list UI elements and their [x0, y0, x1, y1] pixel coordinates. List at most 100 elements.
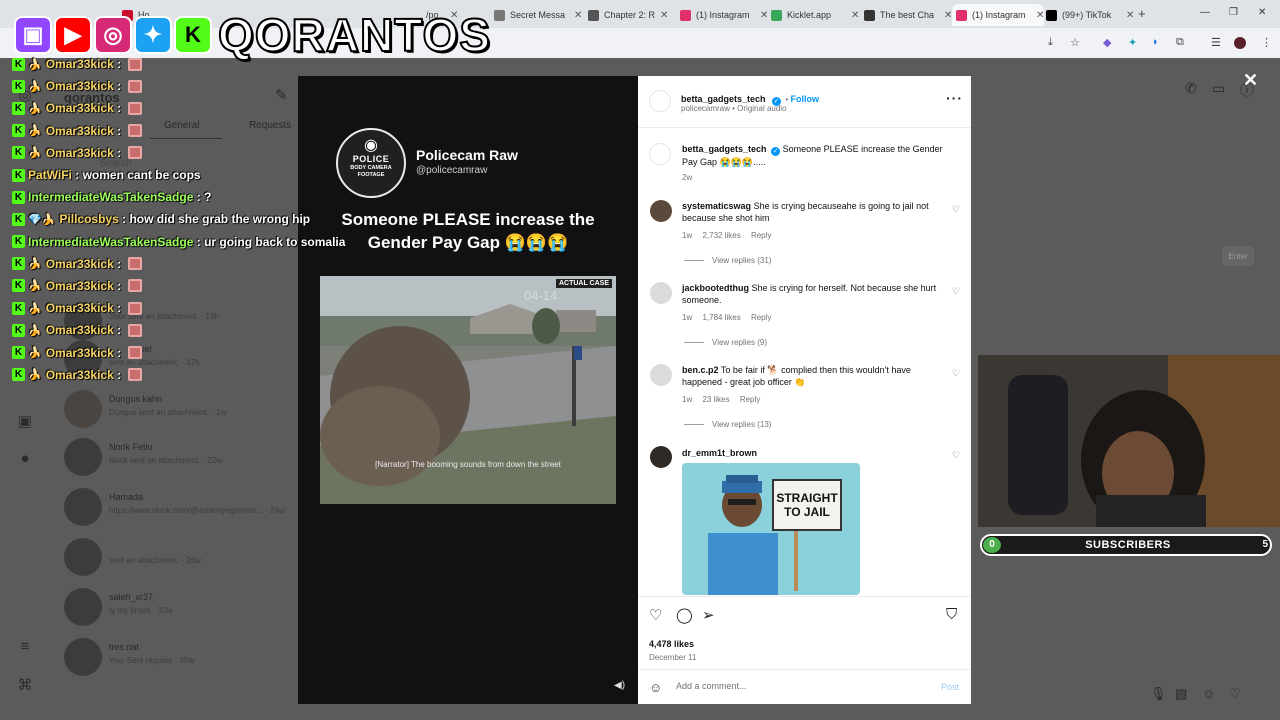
- chat-separator: :: [113, 345, 125, 360]
- avatar[interactable]: [650, 282, 672, 304]
- browser-tab-active[interactable]: (1) Instagram ✕: [952, 4, 1045, 26]
- emoji-icon[interactable]: ☺: [649, 680, 662, 695]
- save-bookmark-icon[interactable]: ⛉: [946, 606, 957, 623]
- enter-hint: Enter: [1222, 246, 1254, 266]
- post-comment-button[interactable]: Post: [941, 682, 959, 692]
- like-comment-heart-icon[interactable]: ♡: [952, 204, 960, 215]
- avatar[interactable]: [650, 446, 672, 468]
- dm-thread[interactable]: tres.nat You: Sent request · 35w: [64, 638, 294, 684]
- add-comment-input[interactable]: [676, 681, 916, 691]
- new-tab-button[interactable]: +: [1138, 6, 1146, 21]
- dm-thread[interactable]: Norik Fetiu Norik sent an attachment. · …: [64, 438, 294, 484]
- dm-thread[interactable]: Hamada https://www.tiktok.com/@asianvyeg…: [64, 488, 294, 534]
- browser-tab[interactable]: Chapter 2: R ✕: [588, 4, 668, 26]
- share-icon[interactable]: ➢: [702, 606, 715, 624]
- heart-icon[interactable]: ♡: [1229, 686, 1241, 702]
- more-menu-icon[interactable]: ≡: [16, 638, 34, 656]
- browser-tab[interactable]: Kicklet.app ✕: [771, 4, 859, 26]
- kick-badge-icon: K: [12, 190, 25, 204]
- avatar[interactable]: [650, 364, 672, 386]
- close-window-icon[interactable]: ✕: [1258, 7, 1266, 18]
- video-caption: Someone PLEASE increase the Gender Pay G…: [341, 210, 595, 252]
- author-username[interactable]: betta_gadgets_tech: [681, 94, 766, 104]
- phone-call-icon[interactable]: ✆: [1185, 80, 1197, 97]
- profile-icon[interactable]: ●: [16, 450, 34, 468]
- like-comment-heart-icon[interactable]: ♡: [952, 286, 960, 297]
- close-icon[interactable]: ✕: [660, 10, 668, 21]
- bookmark-star-icon[interactable]: ☆: [1070, 36, 1080, 49]
- audio-info[interactable]: policecamraw • Original audio: [681, 104, 787, 113]
- extension-icon[interactable]: ✦: [1128, 36, 1137, 49]
- chat-text: how did she grab the wrong hip: [129, 212, 311, 227]
- meta-apps-icon[interactable]: ⌘: [16, 676, 34, 694]
- chat-separator: :: [113, 278, 125, 293]
- close-icon[interactable]: ✕: [1243, 70, 1258, 91]
- like-count[interactable]: 4,478 likes: [649, 639, 694, 649]
- comment-image-straight-to-jail[interactable]: STRAIGHT TO JAIL: [682, 463, 860, 595]
- install-app-icon[interactable]: ⤓: [1048, 36, 1053, 49]
- mute-icon[interactable]: ◀): [614, 680, 625, 691]
- extension-icon[interactable]: ◗: [1152, 36, 1159, 48]
- microphone-icon[interactable]: 🎙: [1150, 686, 1167, 702]
- close-icon[interactable]: ✕: [1036, 10, 1044, 21]
- follow-button[interactable]: Follow: [790, 94, 819, 104]
- view-replies-button[interactable]: View replies (13): [684, 420, 771, 429]
- dm-thread[interactable]: Dungus kahn Dungus sent an attachment. ·…: [64, 390, 294, 436]
- close-icon[interactable]: ✕: [760, 10, 768, 21]
- view-replies-button[interactable]: View replies (9): [684, 338, 767, 347]
- avatar: [64, 538, 102, 576]
- browser-tab[interactable]: (1) Instagram ✕: [680, 4, 768, 26]
- more-options-icon[interactable]: ···: [946, 90, 963, 106]
- avatar[interactable]: [650, 200, 672, 222]
- video-subtitle: [Narrator] The booming sounds from down …: [375, 460, 561, 469]
- post-caption: betta_gadgets_tech ✓ Someone PLEASE incr…: [682, 144, 943, 167]
- profile-avatar[interactable]: [1234, 37, 1246, 49]
- close-icon[interactable]: ✕: [574, 10, 582, 21]
- browser-tab[interactable]: Secret Messa ✕: [494, 4, 582, 26]
- dm-thread[interactable]: sent an attachment. · 26w: [64, 538, 294, 584]
- kick-badge-icon: K: [12, 79, 25, 93]
- post-details-panel: betta_gadgets_tech ✓ • Follow policecamr…: [638, 76, 971, 704]
- chat-emote-icon: [128, 301, 143, 315]
- browser-menu-icon[interactable]: ⋮: [1261, 36, 1272, 49]
- chat-separator: :: [113, 79, 125, 94]
- image-icon[interactable]: ▨: [1175, 686, 1187, 702]
- kick-badge-icon: K: [12, 323, 25, 337]
- like-heart-icon[interactable]: ♡: [649, 606, 662, 624]
- reading-list-icon[interactable]: ☰: [1211, 36, 1221, 49]
- chat-message: K 🍌 Omar33kick :: [12, 275, 352, 297]
- chat-username: Omar33kick: [45, 345, 114, 360]
- browser-tab[interactable]: The best Cha ✕: [864, 4, 952, 26]
- dm-thread[interactable]: saleh_xr37 ty my broda · 32w: [64, 588, 294, 634]
- reels-icon[interactable]: ▣: [16, 412, 34, 430]
- chat-badge-icon: 🍌: [28, 102, 42, 115]
- close-icon[interactable]: ✕: [851, 10, 859, 21]
- tab-favicon-icon: [771, 9, 782, 21]
- view-replies-button[interactable]: View replies (31): [684, 256, 771, 265]
- comment-icon[interactable]: ◯: [676, 606, 693, 624]
- chat-badge-icon: 🍌: [28, 369, 42, 382]
- chat-message: K 🍌 Omar33kick :: [12, 97, 352, 119]
- stream-chat-overlay: K 🍌 Omar33kick : K 🍌 Omar33kick : K 🍌 Omar33ki…: [12, 53, 352, 386]
- chat-message: K PatWiFi : women cant be cops: [12, 164, 352, 186]
- avatar[interactable]: [649, 90, 671, 112]
- webcam-overlay: [978, 355, 1280, 527]
- video-call-icon[interactable]: ▭: [1212, 80, 1225, 97]
- chat-username: Omar33kick: [45, 145, 114, 160]
- avatar[interactable]: [649, 143, 671, 165]
- chat-message: K 🍌 Omar33kick :: [12, 142, 352, 164]
- avatar: [64, 390, 102, 428]
- chat-emote-icon: [128, 323, 143, 337]
- sticker-icon[interactable]: ☺: [1202, 686, 1215, 701]
- restore-icon[interactable]: ❐: [1229, 7, 1238, 18]
- like-comment-heart-icon[interactable]: ♡: [952, 368, 960, 379]
- chat-badge-icon: 💎🍌: [28, 213, 56, 226]
- like-comment-heart-icon[interactable]: ♡: [952, 450, 960, 461]
- extensions-puzzle-icon[interactable]: ⧉: [1176, 36, 1184, 49]
- chat-message: K IntermediateWasTakenSadge : ?: [12, 186, 352, 208]
- extension-icon[interactable]: ◆: [1103, 36, 1111, 49]
- browser-tab[interactable]: (99+) TikTok ✕: [1046, 4, 1134, 26]
- chat-emote-icon: [128, 257, 143, 271]
- minimize-icon[interactable]: —: [1200, 7, 1210, 18]
- close-icon[interactable]: ✕: [1126, 10, 1134, 21]
